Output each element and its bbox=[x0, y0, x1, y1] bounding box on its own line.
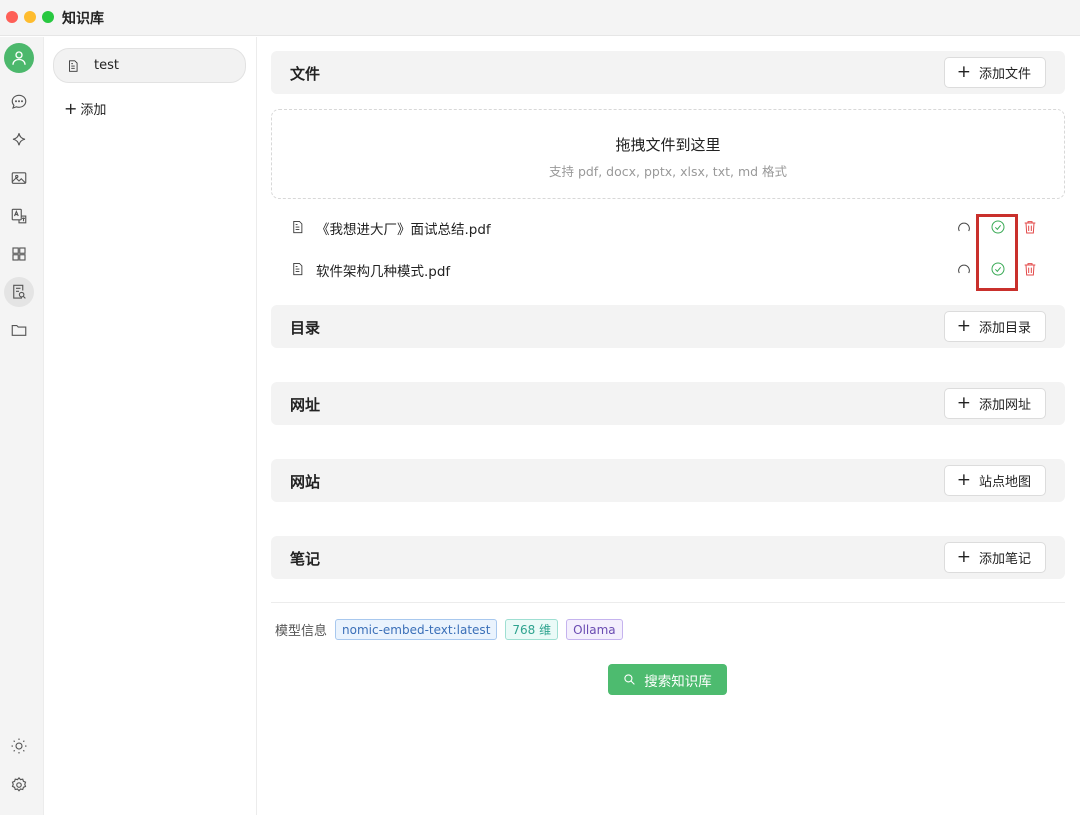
refresh-icon[interactable] bbox=[956, 219, 972, 235]
file-icon bbox=[290, 219, 305, 239]
files-section-title: 文件 bbox=[290, 65, 321, 83]
provider-tag: Ollama bbox=[566, 619, 623, 640]
nav-knowledge-base[interactable] bbox=[4, 277, 34, 307]
add-note-button[interactable]: + 添加笔记 bbox=[943, 542, 1046, 573]
websites-section-title: 网站 bbox=[290, 473, 321, 491]
file-icon bbox=[290, 261, 305, 281]
add-directory-button[interactable]: + 添加目录 bbox=[943, 311, 1046, 342]
trash-icon[interactable] bbox=[1022, 261, 1038, 277]
nav-agents[interactable] bbox=[4, 125, 34, 155]
gear-icon bbox=[11, 777, 27, 792]
status-highlight-annotation bbox=[976, 214, 1018, 291]
add-url-button[interactable]: + 添加网址 bbox=[943, 388, 1046, 419]
knowledge-base-list: test + 添加 bbox=[44, 37, 257, 815]
chat-bubble-icon bbox=[11, 94, 27, 109]
search-icon bbox=[624, 674, 636, 685]
file-dropzone[interactable]: 拖拽文件到这里 支持 pdf, docx, pptx, xlsx, txt, m… bbox=[271, 109, 1065, 199]
user-icon bbox=[12, 51, 26, 65]
nav-translate[interactable] bbox=[4, 201, 34, 231]
files-section-header: 文件 + 添加文件 bbox=[271, 51, 1065, 94]
settings-button[interactable] bbox=[4, 770, 34, 800]
add-file-button[interactable]: + 添加文件 bbox=[943, 57, 1046, 88]
window-title: 知识库 bbox=[62, 11, 104, 27]
nav-chat[interactable] bbox=[4, 87, 34, 117]
dropzone-title: 拖拽文件到这里 bbox=[615, 136, 721, 154]
nav-apps[interactable] bbox=[4, 239, 34, 269]
plus-icon: + bbox=[64, 98, 78, 118]
zoom-window-button[interactable] bbox=[42, 11, 54, 23]
translate-icon bbox=[11, 208, 27, 224]
kb-list-item[interactable]: test bbox=[53, 48, 246, 83]
divider bbox=[271, 602, 1065, 603]
sun-icon bbox=[11, 738, 27, 754]
knowledge-search-icon bbox=[13, 284, 26, 299]
document-icon bbox=[69, 59, 78, 72]
notes-section-title: 笔记 bbox=[290, 550, 321, 568]
file-item: 《我想进大厂》面试总结.pdf bbox=[271, 208, 1065, 246]
nav-files[interactable] bbox=[4, 315, 34, 345]
websites-section-header: 网站 + 站点地图 bbox=[271, 459, 1065, 502]
dropzone-subtitle: 支持 pdf, docx, pptx, xlsx, txt, md 格式 bbox=[548, 164, 788, 179]
urls-section-title: 网址 bbox=[290, 396, 321, 414]
avatar[interactable] bbox=[4, 43, 34, 73]
notes-section-header: 笔记 + 添加笔记 bbox=[271, 536, 1065, 579]
file-name: 《我想进大厂》面试总结.pdf bbox=[316, 222, 491, 238]
dimension-tag: 768 维 bbox=[505, 619, 559, 640]
minimize-window-button[interactable] bbox=[24, 11, 36, 23]
model-info-label: 模型信息 bbox=[275, 624, 328, 639]
directories-section-title: 目录 bbox=[290, 319, 321, 337]
plus-icon: + bbox=[956, 470, 971, 490]
nav-rail bbox=[0, 37, 44, 815]
model-info: 模型信息 nomic-embed-text:latest 768 维 Ollam… bbox=[275, 619, 631, 640]
model-name-tag: nomic-embed-text:latest bbox=[335, 619, 498, 640]
file-name: 软件架构几种模式.pdf bbox=[316, 264, 451, 280]
knowledge-base-detail: 文件 + 添加文件 拖拽文件到这里 支持 pdf, docx, pptx, xl… bbox=[257, 37, 1080, 815]
plus-icon: + bbox=[956, 316, 971, 336]
close-window-button[interactable] bbox=[6, 11, 18, 23]
image-icon bbox=[11, 172, 27, 184]
nav-images[interactable] bbox=[4, 163, 34, 193]
grid-icon bbox=[12, 247, 26, 261]
sparkle-icon bbox=[12, 133, 26, 146]
title-bar: 知识库 bbox=[0, 0, 1080, 36]
add-kb-label: 添加 bbox=[80, 103, 107, 118]
plus-icon: + bbox=[956, 547, 971, 567]
theme-toggle[interactable] bbox=[4, 731, 34, 761]
urls-section-header: 网址 + 添加网址 bbox=[271, 382, 1065, 425]
plus-icon: + bbox=[956, 62, 971, 82]
file-item: 软件架构几种模式.pdf bbox=[271, 250, 1065, 288]
refresh-icon[interactable] bbox=[956, 261, 972, 277]
plus-icon: + bbox=[956, 393, 971, 413]
trash-icon[interactable] bbox=[1022, 219, 1038, 235]
add-knowledge-base-button[interactable]: + 添加 bbox=[64, 99, 106, 118]
directories-section-header: 目录 + 添加目录 bbox=[271, 305, 1065, 348]
search-knowledge-base-button[interactable]: 搜索知识库 bbox=[608, 664, 727, 695]
kb-item-label: test bbox=[94, 58, 119, 73]
folder-icon bbox=[11, 324, 27, 336]
add-sitemap-button[interactable]: + 站点地图 bbox=[943, 465, 1046, 496]
